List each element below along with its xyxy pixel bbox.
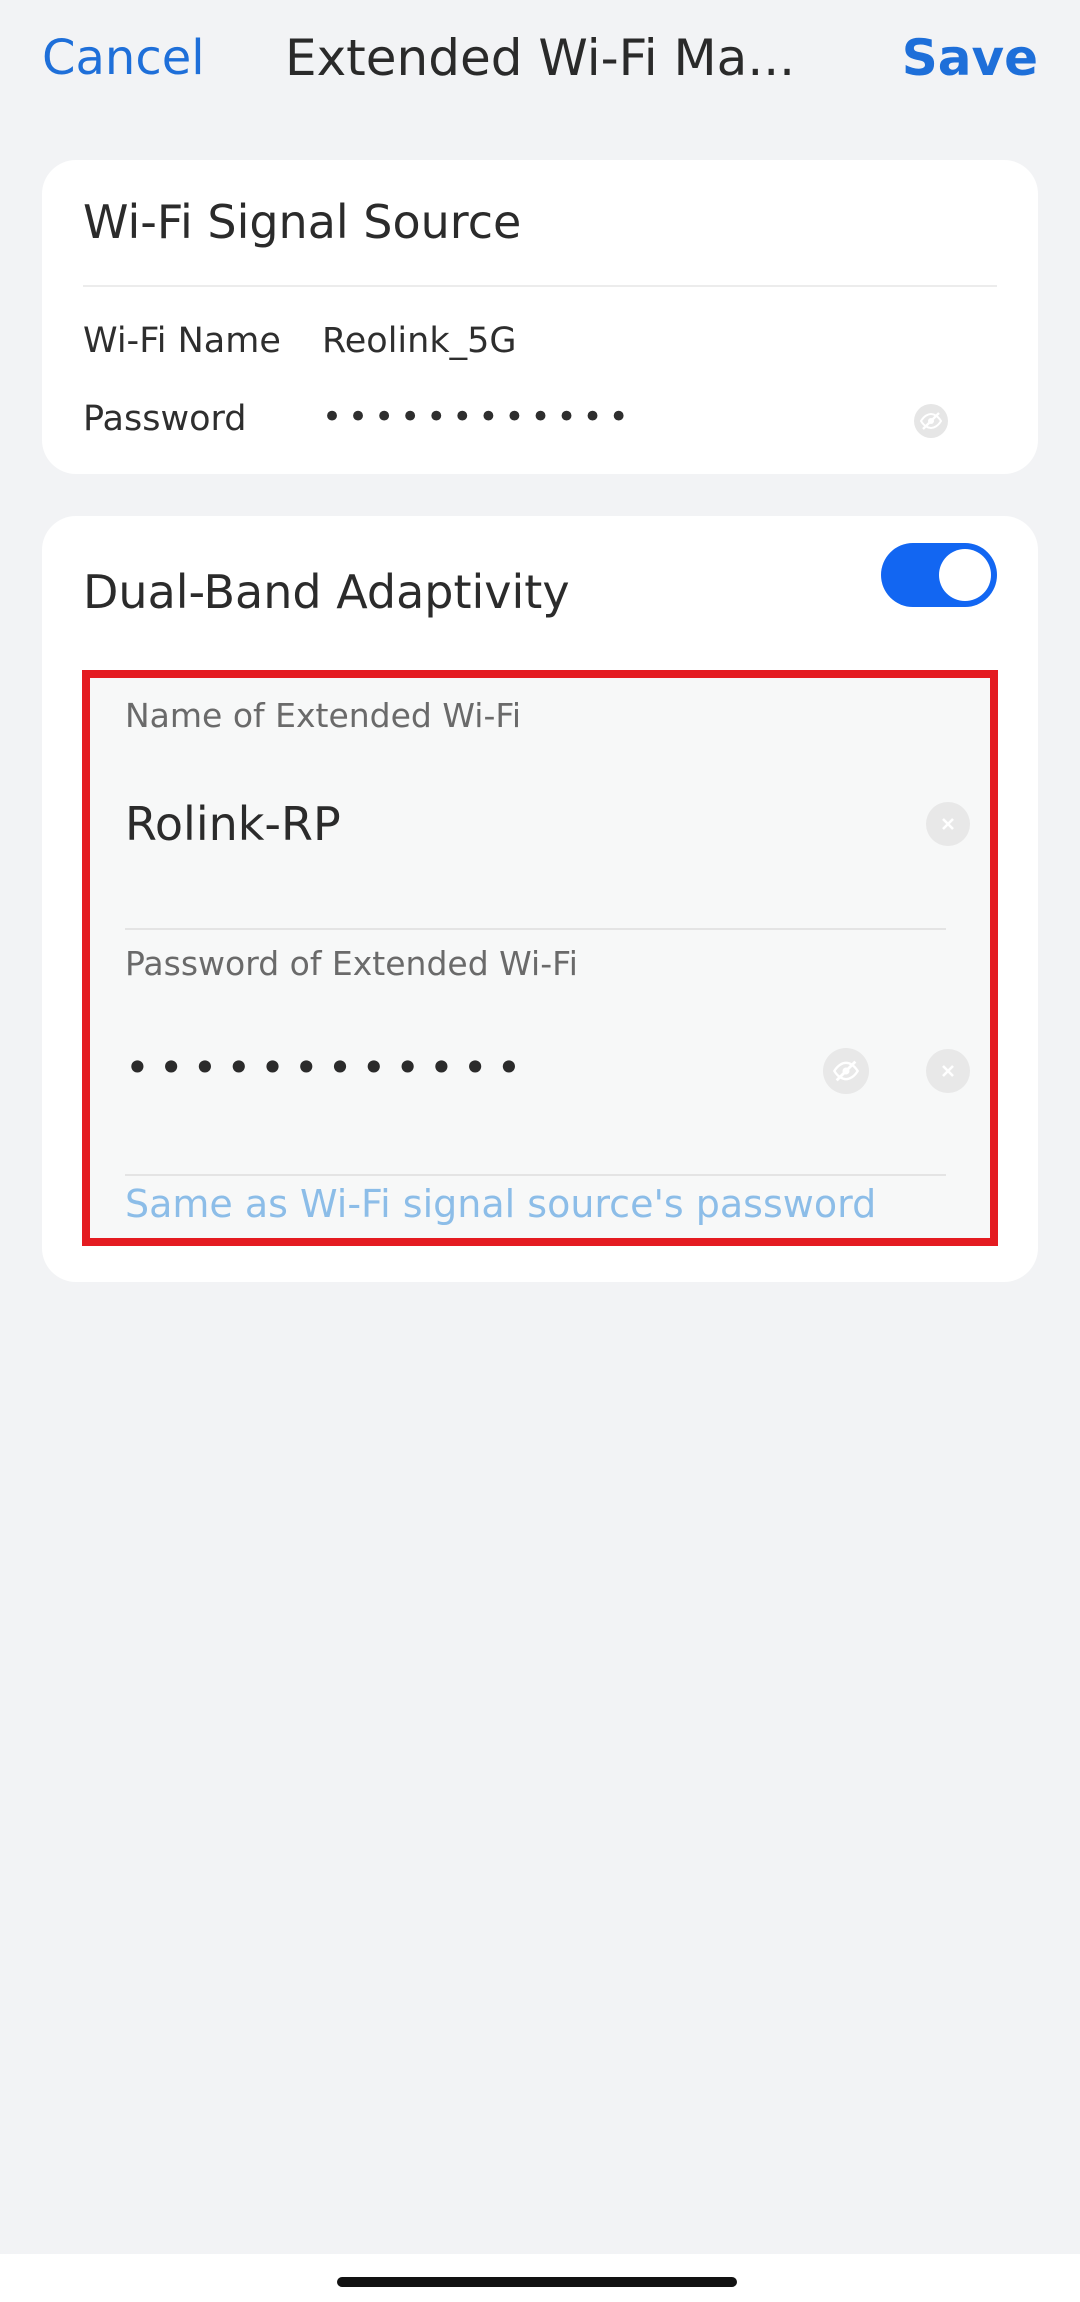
extended-name-input[interactable] (125, 794, 865, 854)
close-icon (942, 1065, 954, 1077)
close-icon (942, 818, 954, 830)
clear-password-icon[interactable] (926, 1049, 970, 1093)
extended-name-label: Name of Extended Wi-Fi (125, 696, 522, 735)
signal-source-card: Wi-Fi Signal Source Wi-Fi Name Reolink_5… (42, 160, 1038, 474)
eye-off-icon (832, 1060, 860, 1082)
wifi-name-value: Reolink_5G (322, 321, 517, 361)
toggle-knob (939, 549, 991, 601)
page-title: Extended Wi-Fi Ma... (284, 29, 795, 87)
home-indicator[interactable] (337, 2277, 737, 2287)
clear-name-icon[interactable] (926, 802, 970, 846)
eye-off-icon[interactable] (914, 404, 948, 438)
password-value: •••••••••••• (322, 397, 635, 437)
cancel-button[interactable]: Cancel (42, 28, 205, 88)
extended-wifi-section: Name of Extended Wi-Fi Password of Exten… (82, 670, 998, 1246)
dual-band-toggle[interactable] (881, 543, 997, 607)
password-label: Password (83, 399, 247, 439)
dual-band-title: Dual-Band Adaptivity (83, 565, 570, 619)
divider (125, 928, 946, 930)
extended-password-label: Password of Extended Wi-Fi (125, 944, 578, 983)
divider (125, 1174, 946, 1176)
dual-band-card: Dual-Band Adaptivity Name of Extended Wi… (42, 516, 1038, 1282)
extended-password-input[interactable]: •••••••••••• (125, 1038, 530, 1098)
same-as-source-password-link[interactable]: Same as Wi-Fi signal source's password (125, 1180, 876, 1228)
toggle-password-visibility-icon[interactable] (823, 1048, 869, 1094)
wifi-name-label: Wi-Fi Name (83, 321, 281, 361)
home-bar-area (0, 2254, 1080, 2302)
signal-source-title: Wi-Fi Signal Source (83, 195, 522, 249)
divider (83, 285, 997, 287)
save-button[interactable]: Save (902, 28, 1038, 88)
nav-bar: Cancel Extended Wi-Fi Ma... Save (0, 0, 1080, 120)
eye-off-icon-glyph (919, 412, 943, 430)
